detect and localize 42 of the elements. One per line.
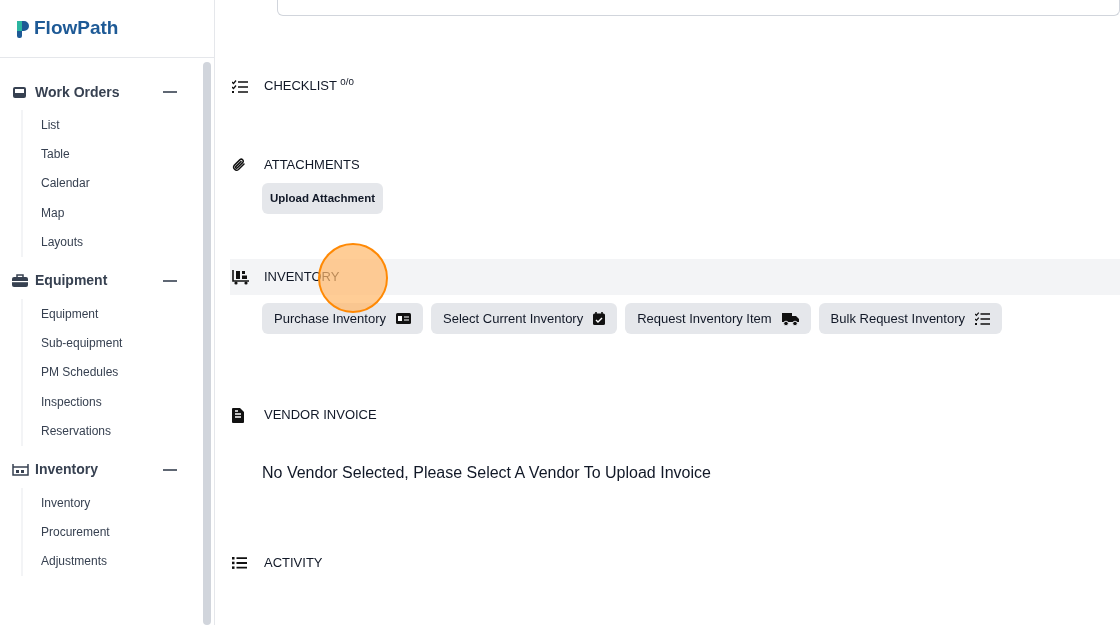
empty-state-message: No Vendor Selected, Please Select A Vendor To Upload Invoice	[261, 463, 712, 483]
warehouse-icon	[12, 463, 29, 477]
action-button[interactable]: Select Current Inventory	[431, 303, 618, 334]
nav-group-label[interactable]: Work Orders	[35, 81, 163, 103]
section-title: CHECKLIST $^{0/0}$	[264, 76, 354, 96]
calendar-check-icon	[593, 312, 606, 325]
money-icon	[396, 313, 411, 324]
action-button[interactable]: Purchase Inventory	[262, 303, 423, 334]
section-title: ACTIVITY	[264, 554, 323, 573]
action-button[interactable]: Upload Attachment	[262, 183, 383, 214]
section-title: ATTACHMENTS	[264, 156, 360, 175]
list-icon	[232, 557, 247, 569]
nav-item[interactable]: Calendar	[41, 168, 177, 199]
nav-group-label[interactable]: Equipment	[35, 270, 163, 292]
nav-group-label[interactable]: Inventory	[35, 459, 163, 481]
section-title: VENDOR INVOICE	[264, 406, 377, 425]
brand-name: FlowPath	[34, 16, 119, 41]
nav-item[interactable]: Adjustments	[41, 546, 177, 577]
document-icon	[232, 407, 244, 423]
checklist-icon	[975, 312, 990, 325]
checklist-icon	[232, 79, 248, 93]
action-button[interactable]: Bulk Request Inventory	[818, 303, 1002, 334]
nav-item[interactable]: Map	[41, 198, 177, 228]
cart-icon	[232, 269, 250, 285]
paperclip-icon	[232, 157, 246, 173]
nav-item[interactable]: PM Schedules	[41, 357, 177, 388]
nav-item[interactable]: Inspections	[41, 387, 177, 417]
truck-icon	[781, 311, 799, 326]
action-button[interactable]: Request Inventory Item	[625, 303, 811, 334]
text-field[interactable]	[277, 0, 1120, 16]
nav-item[interactable]: Sub-equipment	[41, 328, 177, 358]
nav-item[interactable]: Reservations	[41, 416, 177, 446]
nav-item[interactable]: List	[41, 110, 177, 140]
nav-item[interactable]: Layouts	[41, 227, 177, 257]
nav-item[interactable]: Procurement	[41, 517, 177, 547]
logo-icon	[16, 19, 30, 38]
inbox-icon	[12, 85, 27, 99]
nav-item[interactable]: Table	[41, 139, 177, 169]
nav-item[interactable]: Inventory	[41, 487, 177, 518]
nav-item[interactable]: Equipment	[41, 298, 177, 329]
toolbox-icon	[12, 274, 28, 288]
scrollbar[interactable]	[203, 62, 211, 625]
